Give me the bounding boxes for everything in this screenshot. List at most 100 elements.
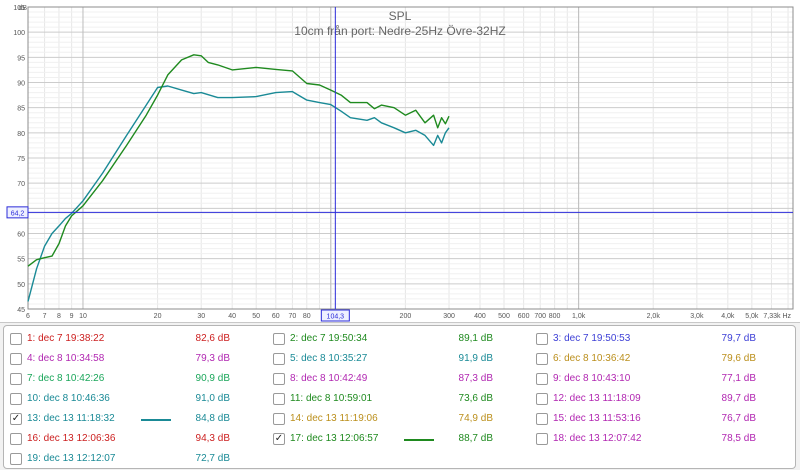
legend-checkbox[interactable]	[273, 333, 285, 345]
x-tick-label: 7	[43, 313, 47, 320]
legend-label: 13: dec 13 11:18:32	[27, 413, 115, 424]
x-tick-label: 700	[534, 313, 546, 320]
legend-value: 77,1 dB	[721, 373, 756, 384]
cursor-x-label: 104,3	[327, 314, 345, 321]
y-tick-label: 100	[13, 30, 25, 37]
x-tick-label: 9	[70, 313, 74, 320]
legend-item[interactable]: 8: dec 8 10:42:49 87,3 dB	[273, 369, 533, 389]
legend-checkbox[interactable]	[536, 433, 548, 445]
x-tick-label: 3,0k	[690, 313, 704, 320]
legend-item[interactable]: 19: dec 13 12:12:07 72,7 dB	[10, 449, 270, 469]
legend-item[interactable]: 15: dec 13 11:53:16 76,7 dB	[536, 409, 796, 429]
legend-checkbox[interactable]	[536, 393, 548, 405]
y-tick-label: 85	[17, 106, 25, 113]
x-tick-label: 8	[57, 313, 61, 320]
legend-item[interactable]: 4: dec 8 10:34:58 79,3 dB	[10, 349, 270, 369]
x-tick-label: 10	[79, 313, 87, 320]
legend-value: 78,5 dB	[721, 433, 756, 444]
legend-value: 82,6 dB	[195, 333, 230, 344]
legend-label: 14: dec 13 11:19:06	[290, 413, 378, 424]
legend-value: 79,7 dB	[721, 333, 756, 344]
legend-checkbox[interactable]	[536, 353, 548, 365]
legend-checkbox[interactable]	[273, 373, 285, 385]
legend-value: 73,6 dB	[458, 393, 493, 404]
x-tick-label: 70	[289, 313, 297, 320]
legend-label: 3: dec 7 19:50:53	[553, 333, 631, 344]
legend-item[interactable]: 6: dec 8 10:36:42 79,6 dB	[536, 349, 796, 369]
legend-value: 89,1 dB	[458, 333, 493, 344]
legend-checkbox[interactable]	[10, 393, 22, 405]
legend-label: 2: dec 7 19:50:34	[290, 333, 368, 344]
legend-checkbox[interactable]	[536, 413, 548, 425]
legend-item[interactable]: 1: dec 7 19:38:22 82,6 dB	[10, 329, 270, 349]
legend-checkbox[interactable]	[273, 353, 285, 365]
legend-checkbox[interactable]	[10, 373, 22, 385]
y-tick-label: 60	[17, 232, 25, 239]
chart-subtitle: 10cm från port: Nedre-25Hz Övre-32HZ	[294, 24, 505, 38]
legend-item[interactable]: 11: dec 8 10:59:01 73,6 dB	[273, 389, 533, 409]
legend-value: 91,0 dB	[195, 393, 230, 404]
legend-item[interactable]: 3: dec 7 19:50:53 79,7 dB	[536, 329, 796, 349]
legend-checkbox[interactable]	[273, 393, 285, 405]
y-tick-label: 90	[17, 81, 25, 88]
legend-value: 74,9 dB	[458, 413, 493, 424]
legend-item[interactable]: 16: dec 13 12:06:36 94,3 dB	[10, 429, 270, 449]
spl-chart[interactable]: SPL 10cm från port: Nedre-25Hz Övre-32HZ…	[0, 0, 800, 322]
legend-line-swatch	[141, 419, 171, 421]
legend-label: 1: dec 7 19:38:22	[27, 333, 105, 344]
legend-label: 9: dec 8 10:43:10	[553, 373, 631, 384]
legend-checkbox[interactable]: ✓	[10, 413, 22, 425]
legend-item[interactable]: 9: dec 8 10:43:10 77,1 dB	[536, 369, 796, 389]
legend-value: 79,6 dB	[721, 353, 756, 364]
legend-item[interactable]: 5: dec 8 10:35:27 91,9 dB	[273, 349, 533, 369]
legend-value: 87,3 dB	[458, 373, 493, 384]
legend-label: 4: dec 8 10:34:58	[27, 353, 105, 364]
legend-checkbox[interactable]	[536, 373, 548, 385]
x-tick-label: 4,0k	[721, 313, 735, 320]
y-tick-label: 95	[17, 55, 25, 62]
x-tick-label: 200	[400, 313, 412, 320]
legend-checkbox[interactable]	[273, 413, 285, 425]
legend-checkbox[interactable]	[10, 433, 22, 445]
x-tick-label: 1,0k	[572, 313, 586, 320]
legend-checkbox[interactable]	[10, 333, 22, 345]
legend-label: 6: dec 8 10:36:42	[553, 353, 631, 364]
legend-value: 72,7 dB	[195, 453, 230, 464]
cursor-y-label: 64,2	[11, 210, 25, 217]
legend-value: 79,3 dB	[195, 353, 230, 364]
legend-label: 8: dec 8 10:42:49	[290, 373, 368, 384]
legend-item[interactable]: 14: dec 13 11:19:06 74,9 dB	[273, 409, 533, 429]
x-tick-label: 20	[154, 313, 162, 320]
x-tick-label: 2,0k	[647, 313, 661, 320]
y-tick-label: 50	[17, 282, 25, 289]
legend-item[interactable]: 2: dec 7 19:50:34 89,1 dB	[273, 329, 533, 349]
legend-line-swatch	[404, 439, 434, 441]
legend-item[interactable]: ✓ 17: dec 13 12:06:57 88,7 dB	[273, 429, 533, 449]
legend-item[interactable]: 7: dec 8 10:42:26 90,9 dB	[10, 369, 270, 389]
legend-item[interactable]: 18: dec 13 12:07:42 78,5 dB	[536, 429, 796, 449]
legend-value: 90,9 dB	[195, 373, 230, 384]
legend-value: 91,9 dB	[458, 353, 493, 364]
legend-checkbox[interactable]: ✓	[273, 433, 285, 445]
legend-label: 12: dec 13 11:18:09	[553, 393, 641, 404]
legend-value: 89,7 dB	[721, 393, 756, 404]
legend-label: 11: dec 8 10:59:01	[290, 393, 373, 404]
x-tick-label: 30	[197, 313, 205, 320]
x-tick-label: 600	[518, 313, 530, 320]
y-tick-label: 45	[17, 307, 25, 314]
legend-value: 76,7 dB	[721, 413, 756, 424]
legend-item[interactable]: 10: dec 8 10:46:36 91,0 dB	[10, 389, 270, 409]
legend-label: 15: dec 13 11:53:16	[553, 413, 641, 424]
legend-item[interactable]: ✓ 13: dec 13 11:18:32 84,8 dB	[10, 409, 270, 429]
x-tick-label: 6	[26, 313, 30, 320]
legend-checkbox[interactable]	[536, 333, 548, 345]
y-tick-label: 55	[17, 257, 25, 264]
legend-checkbox[interactable]	[10, 353, 22, 365]
measurement-legend: 1: dec 7 19:38:22 82,6 dB 2: dec 7 19:50:3…	[3, 325, 796, 469]
x-tick-label: 50	[252, 313, 260, 320]
legend-item[interactable]: 12: dec 13 11:18:09 89,7 dB	[536, 389, 796, 409]
legend-checkbox[interactable]	[10, 453, 22, 465]
x-tick-label: 60	[272, 313, 280, 320]
x-tick-label: 5,0k	[745, 313, 759, 320]
x-tick-label: 300	[443, 313, 455, 320]
